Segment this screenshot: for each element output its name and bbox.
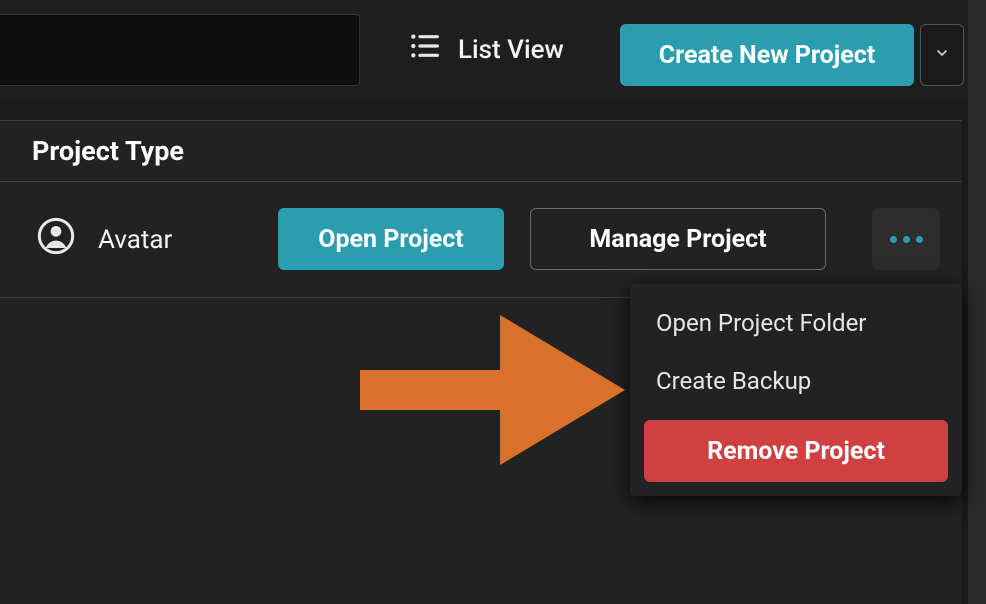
project-type-header: Project Type [32,135,184,167]
dots-icon [916,236,923,243]
avatar-icon [36,216,76,263]
create-new-project-label: Create New Project [659,41,876,70]
create-new-project-button[interactable]: Create New Project [620,24,914,86]
manage-project-label: Manage Project [589,225,766,254]
dots-icon [890,236,897,243]
list-icon [408,30,440,69]
project-type-cell: Avatar [36,216,172,263]
chevron-down-icon [934,45,950,65]
menu-remove-project[interactable]: Remove Project [644,420,948,482]
search-input[interactable] [0,14,360,86]
toolbar: List View Create New Project [0,0,968,100]
more-options-button[interactable] [872,208,940,270]
dots-icon [903,236,910,243]
manage-project-button[interactable]: Manage Project [530,208,826,270]
menu-create-backup[interactable]: Create Backup [630,352,962,410]
menu-item-label: Remove Project [707,437,885,466]
menu-open-project-folder[interactable]: Open Project Folder [630,294,962,352]
project-row: Avatar Open Project Manage Project [0,182,962,298]
open-project-button[interactable]: Open Project [278,208,504,270]
more-options-menu: Open Project Folder Create Backup Remove… [630,284,962,496]
column-header-row: Project Type [0,120,962,182]
menu-item-label: Create Backup [656,367,811,395]
list-view-toggle[interactable]: List View [408,30,564,69]
create-dropdown-button[interactable] [920,24,964,86]
project-type-value: Avatar [98,225,172,255]
scrollbar[interactable] [968,0,986,604]
menu-item-label: Open Project Folder [656,309,866,337]
list-view-label: List View [458,35,564,65]
open-project-label: Open Project [318,225,464,254]
